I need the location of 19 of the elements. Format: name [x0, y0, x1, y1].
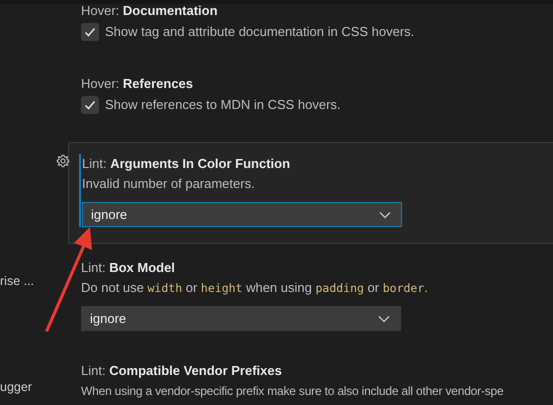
setting-title: Lint: Compatible Vendor Prefixes	[81, 362, 283, 380]
chevron-down-icon	[379, 210, 391, 218]
checkbox[interactable]	[81, 23, 99, 41]
sidebar-item[interactable]: ugger	[0, 380, 44, 394]
setting-description: Show references to MDN in CSS hovers.	[105, 96, 341, 114]
setting-description: When using a vendor-specific prefix make sure to also include all other vendor-spe	[81, 383, 504, 400]
setting-title: Lint: Box Model	[81, 259, 176, 277]
settings-gear-icon[interactable]	[56, 154, 70, 168]
setting-title: Hover: References	[81, 75, 194, 93]
sidebar-item[interactable]: rise ...	[0, 274, 44, 288]
setting-description: Show tag and attribute documentation in CSS hovers.	[105, 23, 414, 41]
setting-title: Lint: Arguments In Color Function	[82, 155, 292, 173]
chevron-down-icon	[378, 314, 390, 322]
setting-description: Invalid number of parameters.	[82, 175, 256, 193]
dropdown[interactable]: ignore	[82, 202, 402, 227]
dropdown[interactable]: ignore	[81, 306, 401, 331]
setting-title: Hover: Documentation	[81, 4, 219, 20]
checkbox[interactable]	[81, 96, 99, 114]
setting-description: Do not use width or height when using padding or border.	[81, 279, 429, 297]
